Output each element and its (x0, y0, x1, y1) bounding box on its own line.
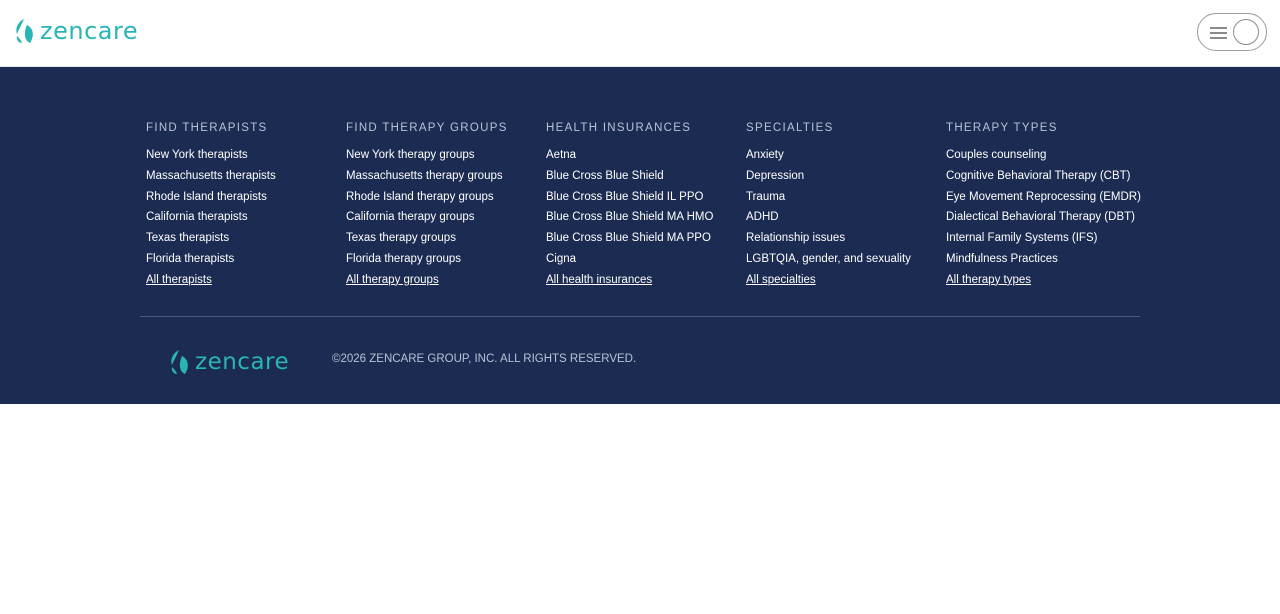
footer-link-item: Internal Family Systems (IFS) (946, 230, 1146, 251)
zencare-leaf-icon (16, 19, 33, 43)
footer-link[interactable]: New York therapists (146, 149, 248, 161)
footer-link-item: California therapists (146, 209, 346, 230)
account-circle-icon (1233, 19, 1259, 45)
footer-link[interactable]: Texas therapy groups (346, 232, 456, 244)
zencare-leaf-icon (171, 350, 188, 374)
footer-link[interactable]: California therapists (146, 211, 248, 223)
footer-column-heading: HEALTH INSURANCES (546, 122, 692, 134)
footer-link-item: Relationship issues (746, 230, 946, 251)
footer-link-item: Cognitive Behavioral Therapy (CBT) (946, 168, 1146, 189)
footer-link[interactable]: Anxiety (746, 149, 784, 161)
footer-link-item: Blue Cross Blue Shield MA PPO (546, 230, 746, 251)
site-footer: FIND THERAPISTS New York therapists Massac… (0, 67, 1280, 404)
footer-link-item: Texas therapists (146, 230, 346, 251)
footer-all-link[interactable]: All therapy groups (346, 274, 439, 286)
footer-link-list: Couples counseling Cognitive Behavioral T… (946, 147, 1146, 293)
footer-link[interactable]: Florida therapy groups (346, 253, 461, 265)
footer-link-item: Anxiety (746, 147, 946, 168)
footer-column: FIND THERAPISTS New York therapists Massac… (146, 121, 346, 293)
logo-text: zencare (40, 17, 139, 45)
footer-link[interactable]: California therapy groups (346, 211, 475, 223)
footer-link-list: Anxiety Depression Trauma ADHD Relationship … (746, 147, 946, 293)
footer-column-heading: SPECIALTIES (746, 122, 834, 134)
footer-link-item: New York therapy groups (346, 147, 546, 168)
footer-link-item: Trauma (746, 189, 946, 210)
footer-all-link[interactable]: All specialties (746, 274, 816, 286)
footer-all-link[interactable]: All therapists (146, 274, 212, 286)
footer-link-item: Massachusetts therapy groups (346, 168, 546, 189)
footer-link[interactable]: Trauma (746, 191, 785, 203)
footer-link-item: All specialties (746, 272, 946, 293)
footer-column-heading: FIND THERAPISTS (146, 122, 268, 134)
footer-link[interactable]: Depression (746, 170, 804, 182)
footer-link[interactable]: Cigna (546, 253, 576, 265)
footer-column-heading: FIND THERAPY GROUPS (346, 122, 508, 134)
footer-all-link[interactable]: All therapy types (946, 274, 1031, 286)
footer-link-item: Dialectical Behavioral Therapy (DBT) (946, 209, 1146, 230)
footer-link[interactable]: Blue Cross Blue Shield MA HMO (546, 211, 713, 223)
footer-link-item: California therapy groups (346, 209, 546, 230)
footer-link[interactable]: Blue Cross Blue Shield MA PPO (546, 232, 711, 244)
footer-link-item: Blue Cross Blue Shield (546, 168, 746, 189)
footer-link-item: Florida therapy groups (346, 251, 546, 272)
footer-link[interactable]: Dialectical Behavioral Therapy (DBT) (946, 211, 1135, 223)
footer-logo[interactable]: zencare (169, 348, 289, 376)
footer-link-item: All therapy types (946, 272, 1146, 293)
copyright-text: ©2026 ZENCARE GROUP, INC. ALL RIGHTS RES… (332, 353, 637, 365)
footer-link-item: Eye Movement Reprocessing (EMDR) (946, 189, 1146, 210)
footer-column-heading: THERAPY TYPES (946, 122, 1058, 134)
footer-link-item: Blue Cross Blue Shield IL PPO (546, 189, 746, 210)
footer-link-list: New York therapy groups Massachusetts the… (346, 147, 546, 293)
footer-link-item: All health insurances (546, 272, 746, 293)
footer-link-item: Cigna (546, 251, 746, 272)
footer-column: HEALTH INSURANCES Aetna Blue Cross Blue Sh… (546, 121, 746, 293)
footer-link-list: New York therapists Massachusetts therapi… (146, 147, 346, 293)
footer-column: FIND THERAPY GROUPS New York therapy grou… (346, 121, 546, 293)
footer-link-item: All therapists (146, 272, 346, 293)
footer-link[interactable]: Massachusetts therapy groups (346, 170, 503, 182)
footer-link-item: All therapy groups (346, 272, 546, 293)
footer-link[interactable]: Rhode Island therapy groups (346, 191, 494, 203)
footer-link[interactable]: Eye Movement Reprocessing (EMDR) (946, 191, 1141, 203)
footer-link-item: New York therapists (146, 147, 346, 168)
footer-link[interactable]: Rhode Island therapists (146, 191, 267, 203)
footer-logo-text: zencare (195, 349, 290, 375)
footer-link[interactable]: Massachusetts therapists (146, 170, 276, 182)
footer-link[interactable]: New York therapy groups (346, 149, 475, 161)
footer-link-item: Couples counseling (946, 147, 1146, 168)
footer-link-item: Blue Cross Blue Shield MA HMO (546, 209, 746, 230)
footer-link[interactable]: ADHD (746, 211, 779, 223)
footer-link[interactable]: Cognitive Behavioral Therapy (CBT) (946, 170, 1131, 182)
hamburger-menu-icon (1210, 27, 1227, 39)
footer-link-item: ADHD (746, 209, 946, 230)
footer-link-item: Florida therapists (146, 251, 346, 272)
menu-toggle-button[interactable] (1197, 13, 1267, 51)
footer-link[interactable]: Couples counseling (946, 149, 1046, 161)
footer-link-item: Mindfulness Practices (946, 251, 1146, 272)
footer-link-item: LGBTQIA, gender, and sexuality (746, 251, 946, 272)
footer-all-link[interactable]: All health insurances (546, 274, 652, 286)
footer-link[interactable]: Relationship issues (746, 232, 845, 244)
footer-link-item: Texas therapy groups (346, 230, 546, 251)
footer-link-item: Depression (746, 168, 946, 189)
footer-link-item: Massachusetts therapists (146, 168, 346, 189)
header-logo[interactable]: zencare (14, 17, 138, 45)
footer-column: THERAPY TYPES Couples counseling Cognitive… (946, 121, 1146, 293)
footer-link[interactable]: Texas therapists (146, 232, 229, 244)
footer-link[interactable]: Florida therapists (146, 253, 234, 265)
footer-link[interactable]: LGBTQIA, gender, and sexuality (746, 253, 911, 265)
footer-link[interactable]: Mindfulness Practices (946, 253, 1058, 265)
footer-link-item: Aetna (546, 147, 746, 168)
footer-link[interactable]: Aetna (546, 149, 576, 161)
footer-link[interactable]: Internal Family Systems (IFS) (946, 232, 1097, 244)
footer-link-item: Rhode Island therapists (146, 189, 346, 210)
footer-link-list: Aetna Blue Cross Blue Shield Blue Cross Bl… (546, 147, 746, 293)
site-header: zencare (0, 0, 1280, 67)
footer-link-item: Rhode Island therapy groups (346, 189, 546, 210)
footer-divider (140, 316, 1140, 317)
footer-column: SPECIALTIES Anxiety Depression Trauma ADHD Re… (746, 121, 946, 293)
footer-link[interactable]: Blue Cross Blue Shield (546, 170, 664, 182)
footer-link[interactable]: Blue Cross Blue Shield IL PPO (546, 191, 703, 203)
